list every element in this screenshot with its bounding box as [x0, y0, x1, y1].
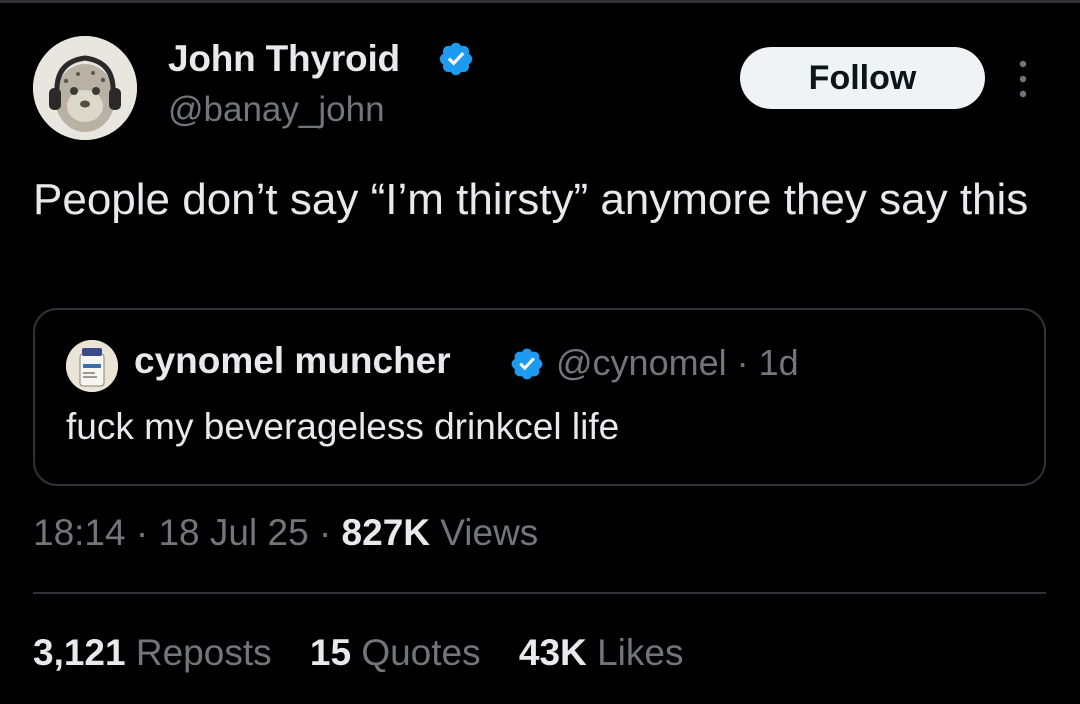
tweet-text: People don’t say “I’m thirsty” anymore t…	[33, 175, 1029, 224]
author-handle[interactable]: @banay_john	[168, 90, 385, 130]
verified-badge-icon	[511, 348, 543, 380]
likes-label: Likes	[597, 632, 684, 673]
top-divider	[0, 0, 1080, 3]
stats-divider	[33, 592, 1046, 594]
author-avatar[interactable]	[33, 36, 137, 140]
quoted-tweet[interactable]: cynomel muncher @cynomel · 1d fuck my be…	[33, 308, 1046, 486]
verified-badge-icon	[439, 42, 473, 76]
snow-leopard-avatar-icon	[33, 36, 137, 140]
follow-button[interactable]: Follow	[740, 47, 985, 109]
views-label: Views	[440, 512, 539, 553]
medicine-bottle-avatar-icon	[66, 340, 118, 392]
quoted-tweet-text: fuck my beverageless drinkcel life	[66, 406, 620, 447]
tweet-time[interactable]: 18:14	[33, 512, 126, 553]
reposts-count: 3,121	[33, 632, 126, 673]
separator-dot: ·	[736, 342, 749, 383]
separator-dot: ·	[135, 512, 149, 553]
quotes-count: 15	[309, 632, 352, 673]
likes-count: 43K	[518, 632, 587, 673]
author-name[interactable]: John Thyroid	[168, 38, 400, 80]
tweet-date[interactable]: 18 Jul 25	[158, 512, 308, 553]
quoted-author-name[interactable]: cynomel muncher	[134, 340, 451, 382]
quotes-stat[interactable]: 15 Quotes	[310, 632, 481, 673]
quoted-tweet-age[interactable]: 1d	[759, 342, 799, 383]
more-options-icon[interactable]	[1012, 58, 1034, 100]
separator-dot: ·	[318, 512, 332, 553]
views-count: 827K	[341, 512, 430, 553]
quoted-author-handle[interactable]: @cynomel	[556, 342, 727, 383]
reposts-label: Reposts	[135, 632, 272, 673]
tweet-meta: 18:14 · 18 Jul 25 · 827K Views	[33, 512, 538, 554]
quotes-label: Quotes	[361, 632, 481, 673]
likes-stat[interactable]: 43K Likes	[519, 632, 684, 673]
engagement-stats: 3,121 Reposts 15 Quotes 43K Likes	[33, 632, 711, 674]
quoted-author-avatar[interactable]	[66, 340, 118, 392]
quoted-author-meta: @cynomel · 1d	[556, 342, 799, 384]
reposts-stat[interactable]: 3,121 Reposts	[33, 632, 272, 673]
